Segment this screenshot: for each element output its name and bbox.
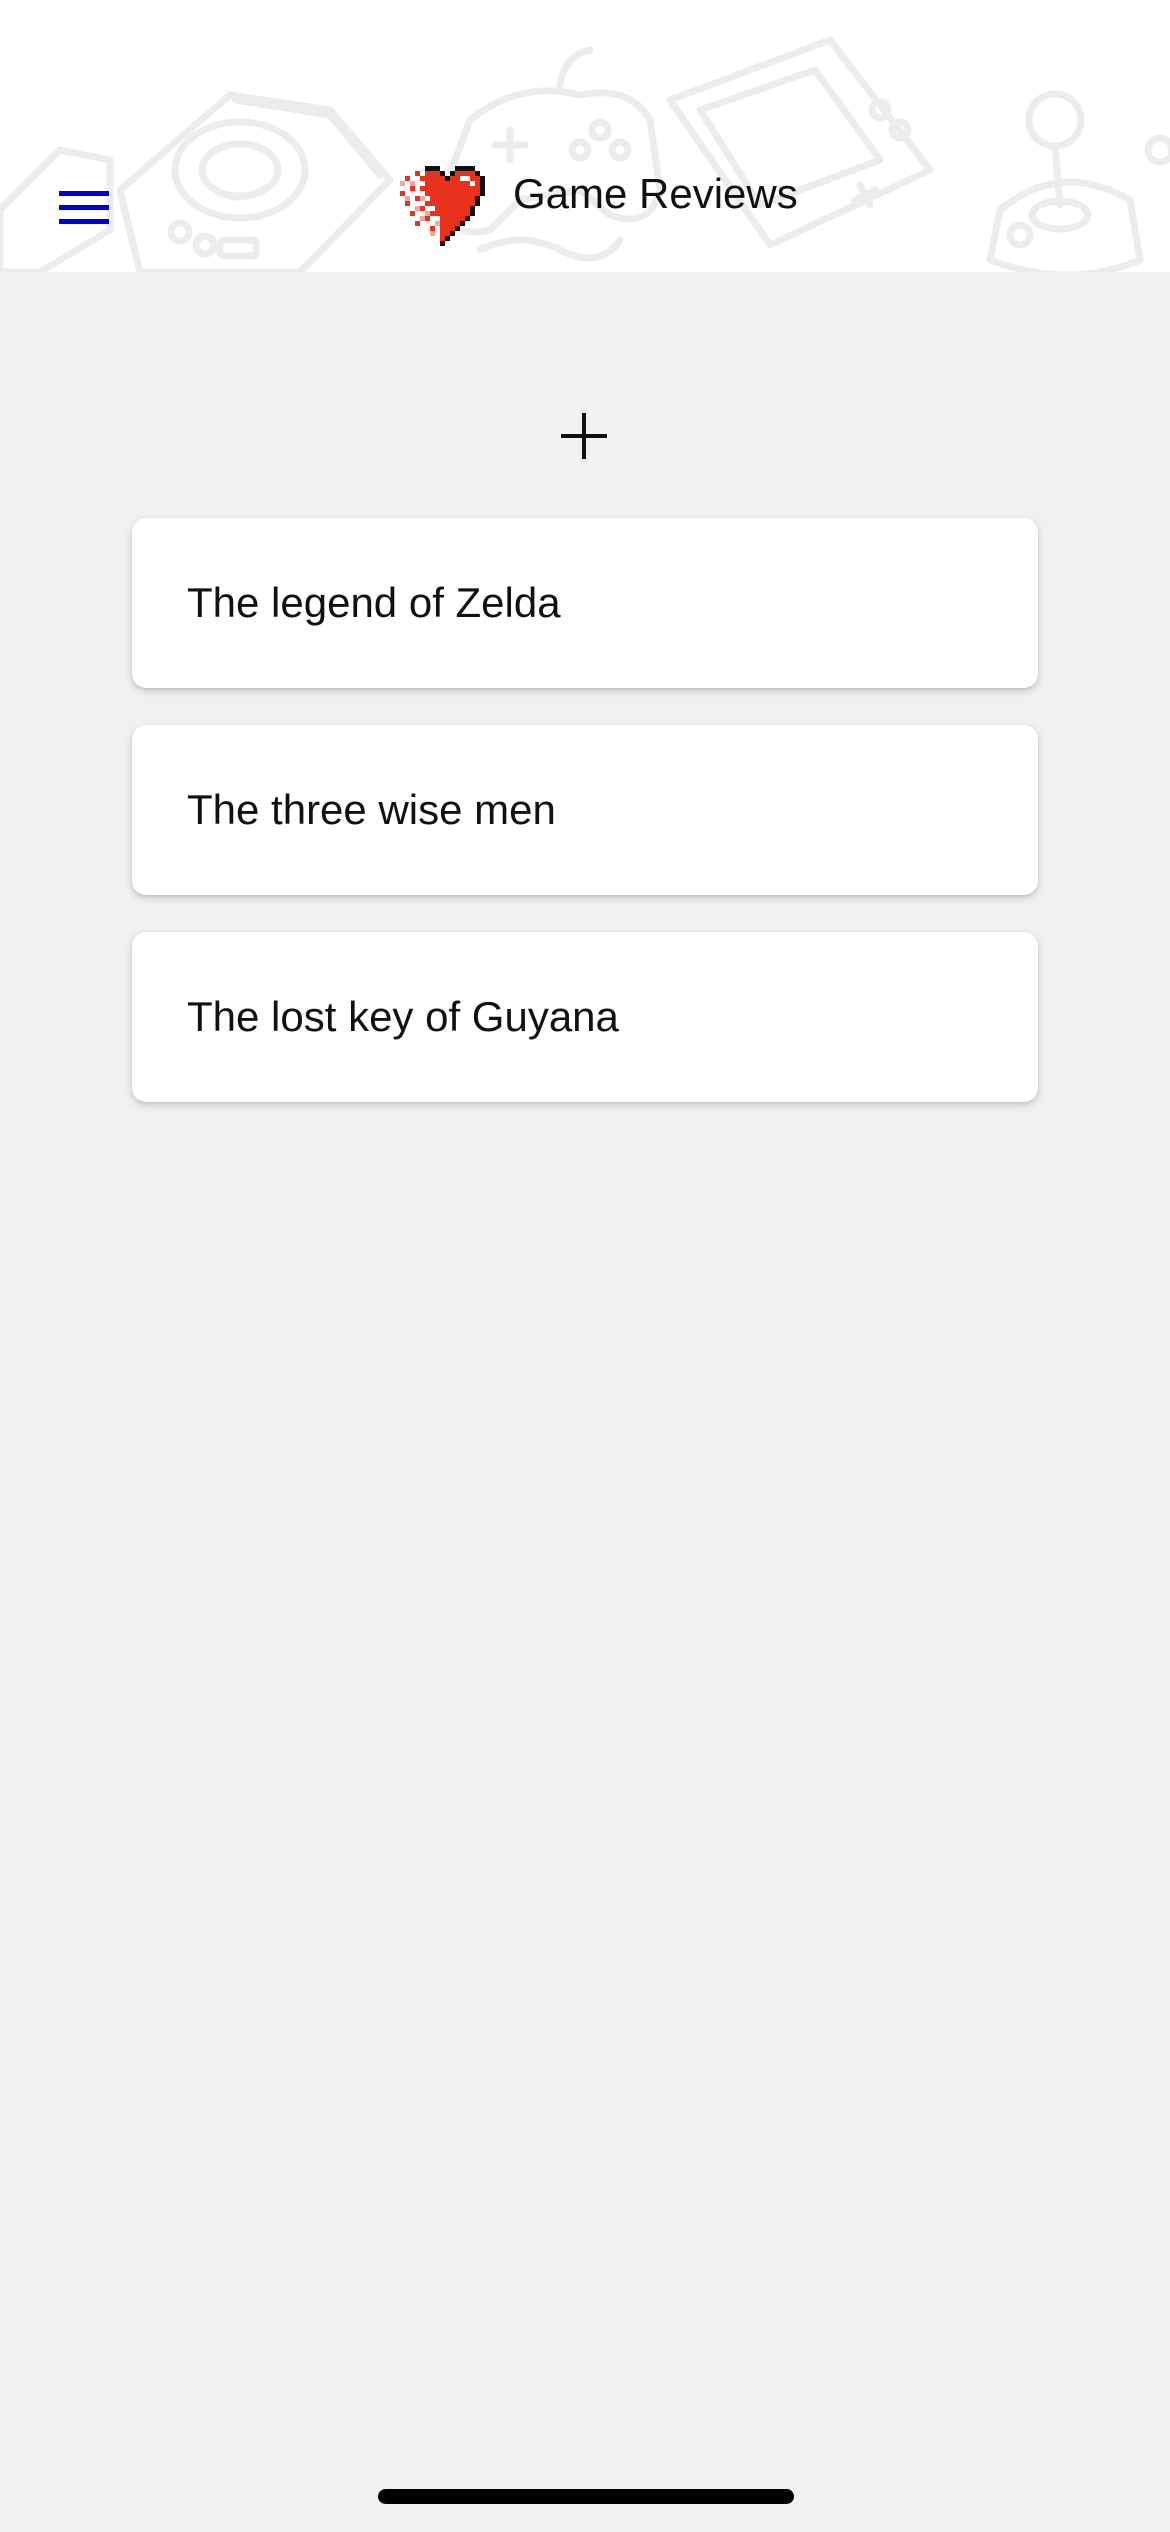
review-title: The three wise men bbox=[187, 786, 556, 833]
app-title: Game Reviews bbox=[513, 170, 798, 217]
game-consoles-background-illustration bbox=[0, 36, 1170, 272]
menu-button[interactable] bbox=[44, 170, 124, 246]
hamburger-menu-icon bbox=[59, 191, 109, 224]
pixel-heart-icon bbox=[400, 166, 485, 246]
review-card[interactable]: The lost key of Guyana bbox=[132, 932, 1038, 1102]
home-indicator bbox=[378, 2489, 794, 2504]
app-header: Game Reviews bbox=[0, 0, 1170, 272]
review-title: The legend of Zelda bbox=[187, 579, 561, 626]
review-card[interactable]: The legend of Zelda bbox=[132, 518, 1038, 688]
review-title: The lost key of Guyana bbox=[187, 993, 619, 1040]
review-list: The legend of Zelda The three wise men T… bbox=[132, 518, 1038, 1139]
plus-icon bbox=[561, 413, 607, 459]
review-card[interactable]: The three wise men bbox=[132, 725, 1038, 895]
add-review-button[interactable] bbox=[540, 392, 628, 480]
